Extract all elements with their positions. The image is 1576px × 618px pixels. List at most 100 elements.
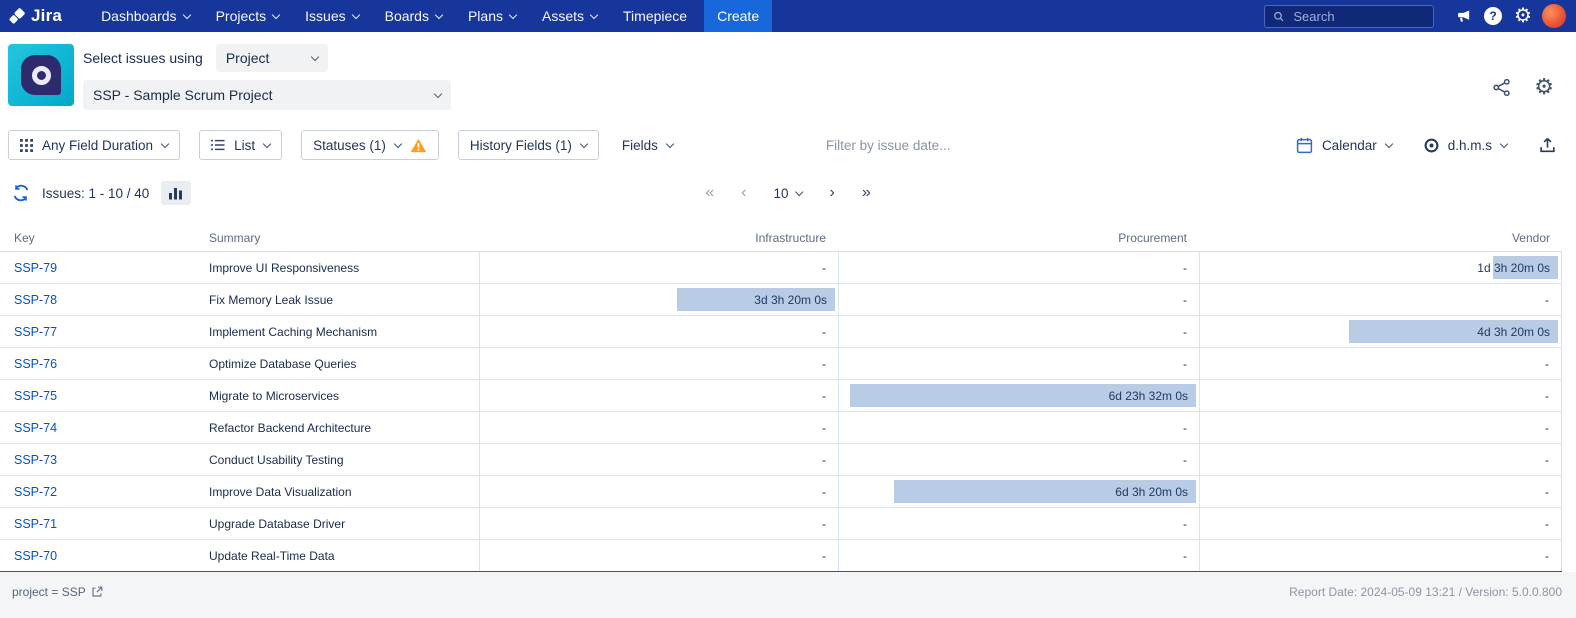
issue-summary-cell: Refactor Backend Architecture bbox=[209, 412, 479, 443]
issue-summary-cell: Implement Caching Mechanism bbox=[209, 316, 479, 347]
issue-key-link[interactable]: SSP-79 bbox=[14, 261, 57, 275]
create-button[interactable]: Create bbox=[704, 0, 772, 32]
report-info: Report Date: 2024-05-09 13:21 / Version:… bbox=[1289, 585, 1562, 599]
issue-key-cell: SSP-77 bbox=[0, 316, 209, 347]
nav-item-plans[interactable]: Plans bbox=[455, 0, 529, 32]
report-settings-gear-icon[interactable]: ⚙ bbox=[1534, 76, 1554, 98]
project-select-value: SSP - Sample Scrum Project bbox=[93, 87, 272, 103]
nav-item-label: Timepiece bbox=[623, 8, 687, 24]
view-mode-button[interactable]: List bbox=[199, 130, 282, 160]
duration-value: 6d 3h 20m 0s bbox=[1115, 485, 1188, 499]
refresh-icon[interactable] bbox=[12, 184, 30, 202]
export-button[interactable] bbox=[1535, 130, 1560, 160]
duration-cell-vendor: - bbox=[1199, 476, 1562, 507]
gear-icon: ⚙ bbox=[1514, 6, 1532, 26]
nav-item-projects[interactable]: Projects bbox=[203, 0, 293, 32]
issue-date-filter-input[interactable] bbox=[824, 137, 1104, 154]
duration-value: 1d 3h 20m 0s bbox=[1477, 261, 1550, 275]
filter-query-link[interactable]: project = SSP bbox=[12, 585, 103, 599]
issue-key-link[interactable]: SSP-77 bbox=[14, 325, 57, 339]
last-page-button[interactable]: » bbox=[862, 185, 871, 201]
issue-key-link[interactable]: SSP-73 bbox=[14, 453, 57, 467]
chevron-down-icon bbox=[272, 10, 280, 18]
empty-duration: - bbox=[1183, 293, 1187, 307]
issue-key-cell: SSP-78 bbox=[0, 284, 209, 315]
duration-cell-infrastructure: - bbox=[479, 380, 838, 411]
user-avatar[interactable] bbox=[1542, 4, 1566, 28]
time-format-button[interactable]: d.h.m.s bbox=[1420, 130, 1511, 160]
statuses-label: Statuses (1) bbox=[313, 138, 386, 153]
nav-item-label: Assets bbox=[542, 8, 584, 24]
nav-item-assets[interactable]: Assets bbox=[529, 0, 610, 32]
jira-logo[interactable]: Jira bbox=[8, 6, 62, 26]
external-link-icon bbox=[91, 586, 103, 598]
duration-cell-vendor: 4d 3h 20m 0s bbox=[1199, 316, 1562, 347]
nav-item-issues[interactable]: Issues bbox=[292, 0, 371, 32]
search-input[interactable] bbox=[1291, 8, 1425, 25]
duration-cell-infrastructure: - bbox=[479, 540, 838, 571]
empty-duration: - bbox=[1545, 517, 1549, 531]
previous-page-button[interactable]: ‹ bbox=[741, 185, 746, 201]
nav-item-timepiece[interactable]: Timepiece bbox=[610, 0, 700, 32]
duration-cell-vendor: - bbox=[1199, 348, 1562, 379]
empty-duration: - bbox=[1545, 293, 1549, 307]
empty-duration: - bbox=[822, 261, 826, 275]
duration-format-icon bbox=[1424, 138, 1439, 153]
issue-source-select[interactable]: Project bbox=[216, 44, 328, 72]
nav-menu: DashboardsProjectsIssuesBoardsPlans Asset… bbox=[88, 0, 700, 32]
chevron-down-icon bbox=[509, 10, 517, 18]
issue-key-link[interactable]: SSP-70 bbox=[14, 549, 57, 563]
share-icon[interactable] bbox=[1491, 77, 1512, 98]
global-search[interactable] bbox=[1264, 5, 1434, 28]
empty-duration: - bbox=[822, 517, 826, 531]
fields-button[interactable]: Fields bbox=[618, 130, 677, 160]
nav-item-boards[interactable]: Boards bbox=[372, 0, 455, 32]
issue-key-link[interactable]: SSP-74 bbox=[14, 421, 57, 435]
history-fields-button[interactable]: History Fields (1) bbox=[458, 130, 599, 160]
issue-key-link[interactable]: SSP-78 bbox=[14, 293, 57, 307]
announcements-button[interactable] bbox=[1448, 0, 1478, 32]
table-row: SSP-75Migrate to Microservices-6d 23h 32… bbox=[0, 380, 1562, 412]
statuses-button[interactable]: Statuses (1) bbox=[301, 130, 439, 160]
issue-source-value: Project bbox=[226, 50, 270, 66]
issue-key-link[interactable]: SSP-76 bbox=[14, 357, 57, 371]
chevron-down-icon bbox=[263, 139, 271, 147]
brand-text: Jira bbox=[31, 6, 62, 26]
chart-view-button[interactable] bbox=[161, 181, 191, 205]
calendar-button[interactable]: Calendar bbox=[1292, 130, 1396, 160]
project-select[interactable]: SSP - Sample Scrum Project bbox=[83, 80, 451, 110]
page-size-select[interactable]: 10 bbox=[773, 186, 802, 201]
first-page-button[interactable]: « bbox=[705, 185, 714, 201]
help-button[interactable]: ? bbox=[1478, 0, 1508, 32]
settings-button[interactable]: ⚙ bbox=[1508, 0, 1538, 32]
nav-item-dashboards[interactable]: Dashboards bbox=[88, 0, 203, 32]
empty-duration: - bbox=[1545, 453, 1549, 467]
pagination: « ‹ 10 › » bbox=[705, 185, 871, 201]
table-body: SSP-79Improve UI Responsiveness--1d 3h 2… bbox=[0, 252, 1562, 572]
chevron-down-icon bbox=[182, 10, 190, 18]
chevron-down-icon bbox=[394, 139, 402, 147]
toolbar-right-group: Calendar d.h.m.s bbox=[1292, 130, 1560, 160]
issue-key-link[interactable]: SSP-72 bbox=[14, 485, 57, 499]
duration-cell-infrastructure: - bbox=[479, 508, 838, 539]
bar-chart-icon bbox=[168, 187, 184, 200]
column-header-summary: Summary bbox=[209, 231, 479, 245]
table-header: Key Summary Infrastructure Procurement V… bbox=[0, 224, 1562, 252]
report-footer: project = SSP Report Date: 2024-05-09 13… bbox=[0, 572, 1576, 618]
table-row: SSP-79Improve UI Responsiveness--1d 3h 2… bbox=[0, 252, 1562, 284]
empty-duration: - bbox=[1183, 325, 1187, 339]
time-format-label: d.h.m.s bbox=[1448, 138, 1492, 153]
column-header-key: Key bbox=[0, 231, 209, 245]
empty-duration: - bbox=[1183, 549, 1187, 563]
issue-key-link[interactable]: SSP-75 bbox=[14, 389, 57, 403]
duration-value: 4d 3h 20m 0s bbox=[1477, 325, 1550, 339]
duration-mode-button[interactable]: Any Field Duration bbox=[8, 130, 180, 160]
issue-key-link[interactable]: SSP-71 bbox=[14, 517, 57, 531]
duration-cell-infrastructure: - bbox=[479, 444, 838, 475]
duration-cell-procurement: 6d 3h 20m 0s bbox=[838, 476, 1199, 507]
issue-key-cell: SSP-70 bbox=[0, 540, 209, 571]
table-row: SSP-74Refactor Backend Architecture--- bbox=[0, 412, 1562, 444]
next-page-button[interactable]: › bbox=[830, 185, 835, 201]
history-fields-label: History Fields (1) bbox=[470, 138, 572, 153]
chevron-down-icon bbox=[1500, 139, 1508, 147]
